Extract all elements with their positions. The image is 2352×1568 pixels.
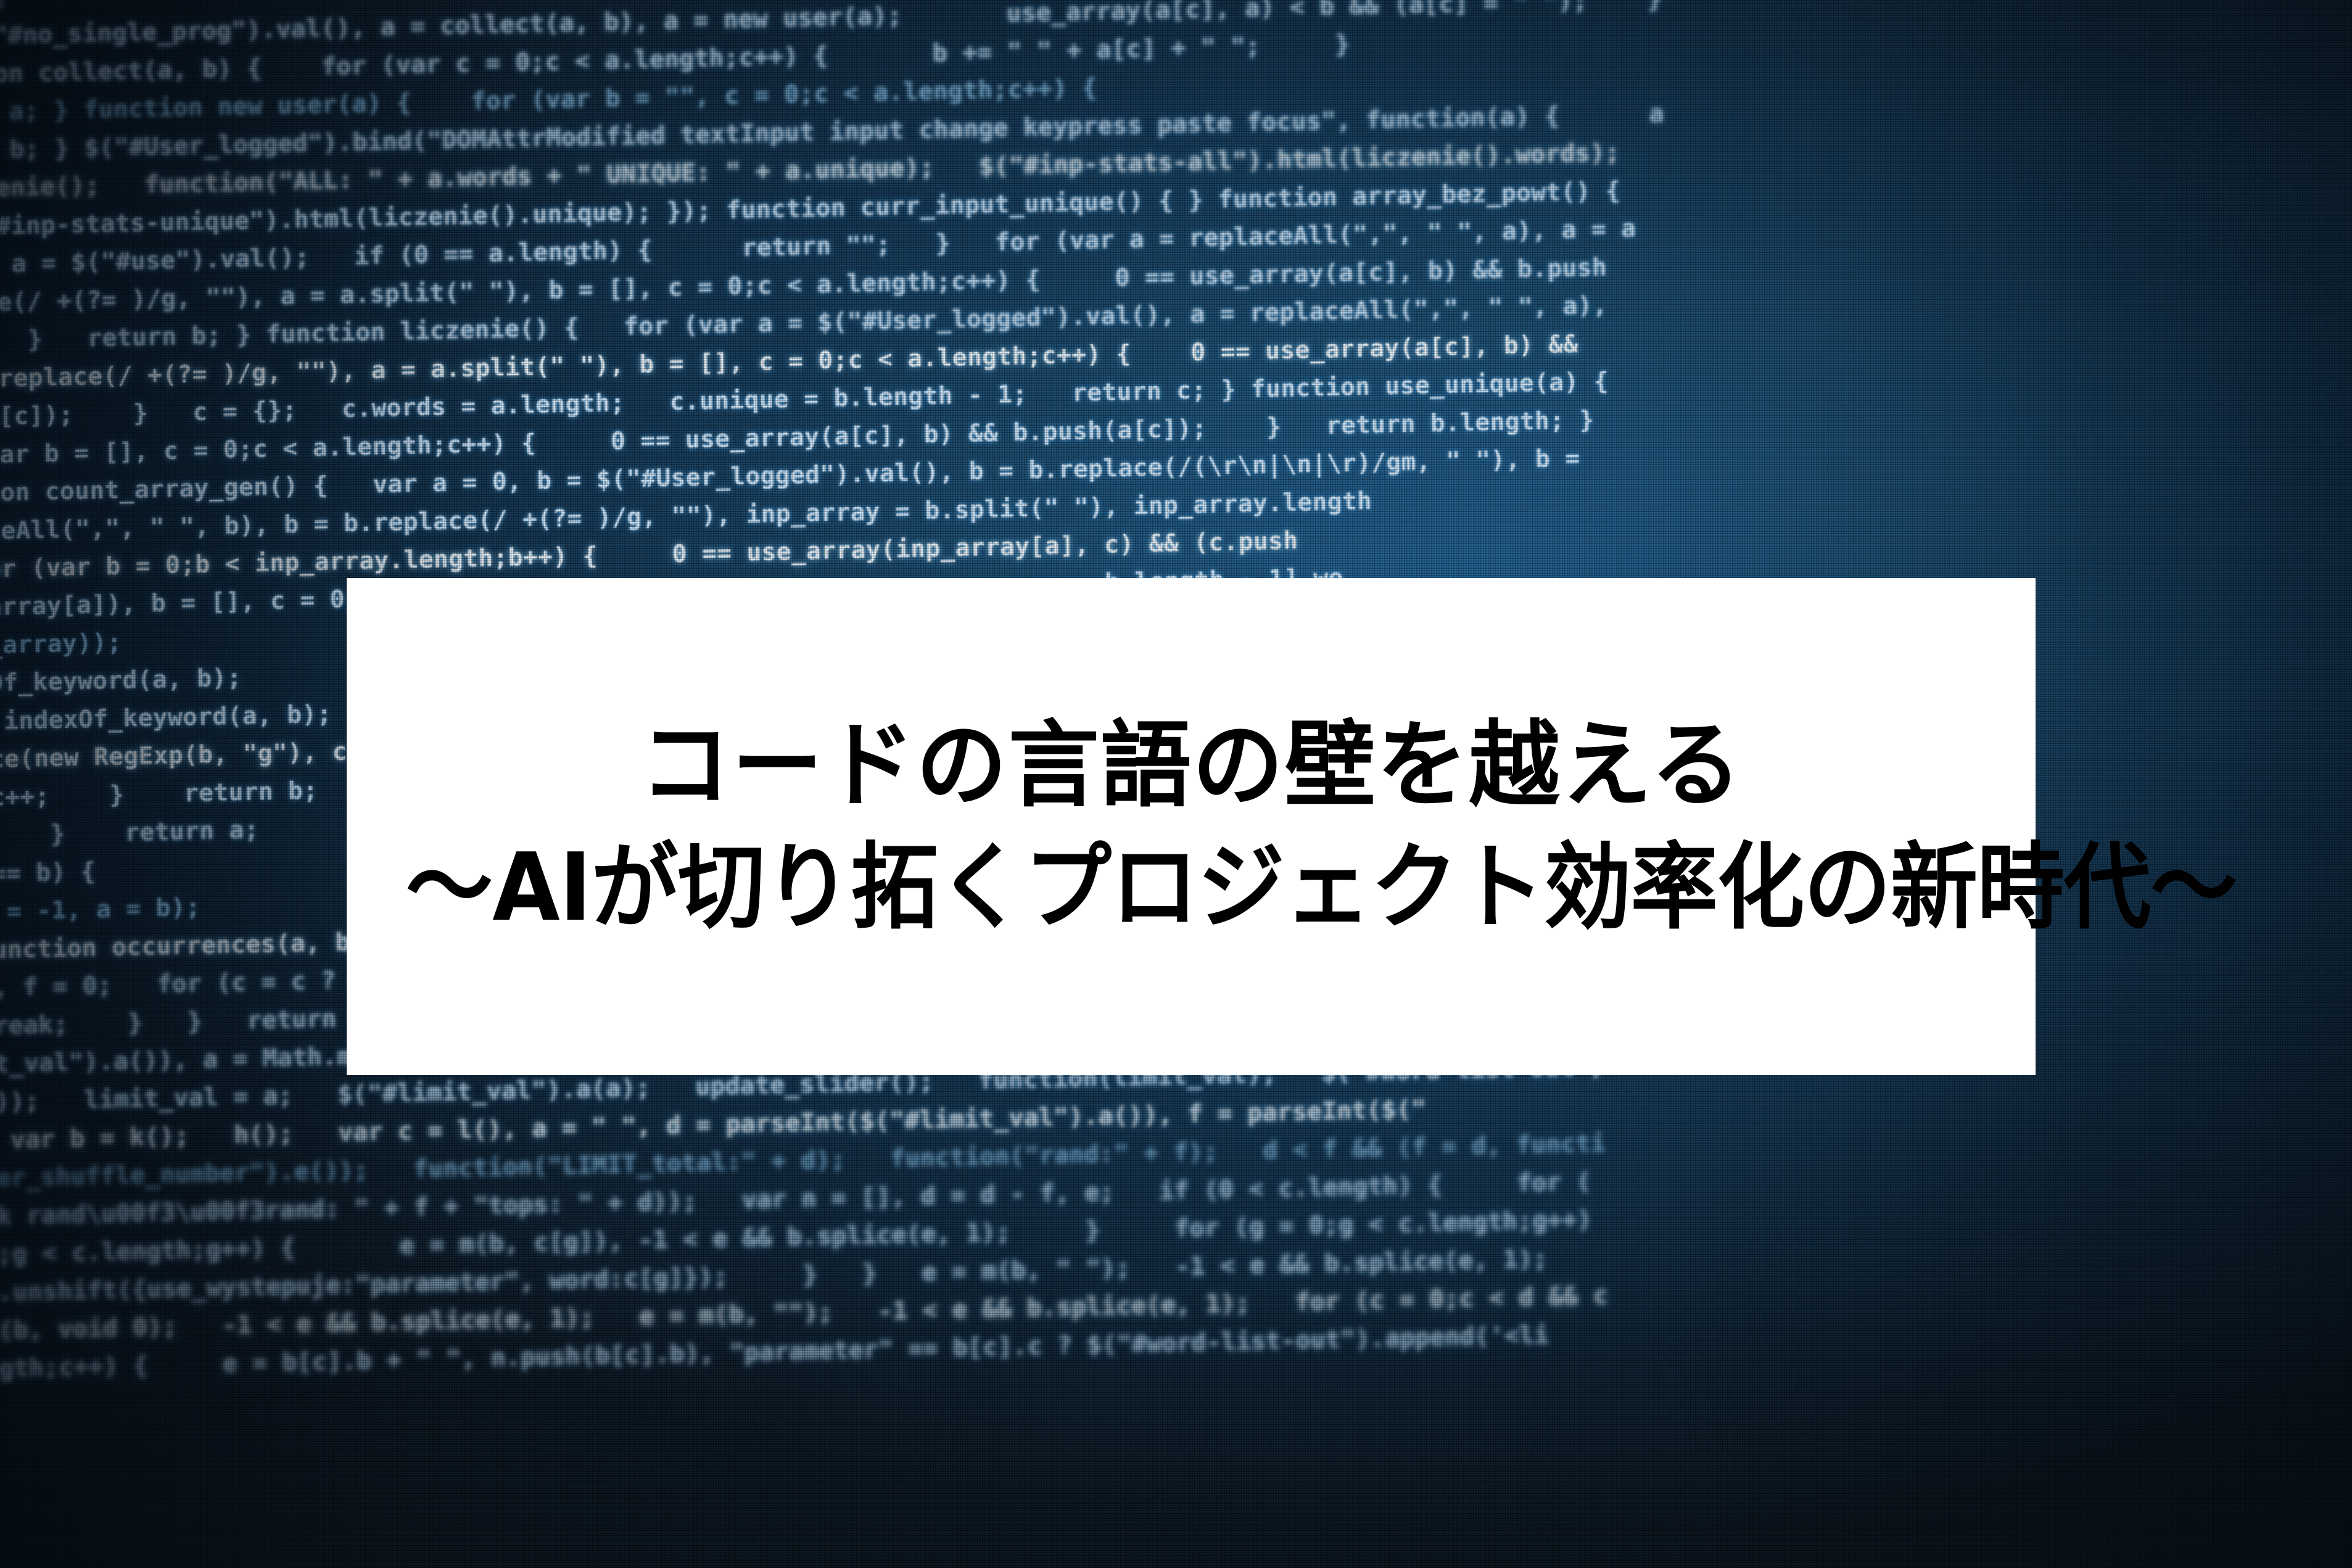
title-line-primary: コードの言語の壁を越える <box>639 711 1743 820</box>
title-block: コードの言語の壁を越える 〜AIが切り拓くプロジェクト効率化の新時代〜 <box>347 704 2238 948</box>
eyecatch-image: val(a); $("#User_logged").val(a); functi… <box>0 0 2352 1568</box>
title-line-subtitle: 〜AIが切り拓くプロジェクト効率化の新時代〜 <box>405 833 2238 942</box>
title-card: コードの言語の壁を越える 〜AIが切り拓くプロジェクト効率化の新時代〜 <box>347 578 2238 1075</box>
